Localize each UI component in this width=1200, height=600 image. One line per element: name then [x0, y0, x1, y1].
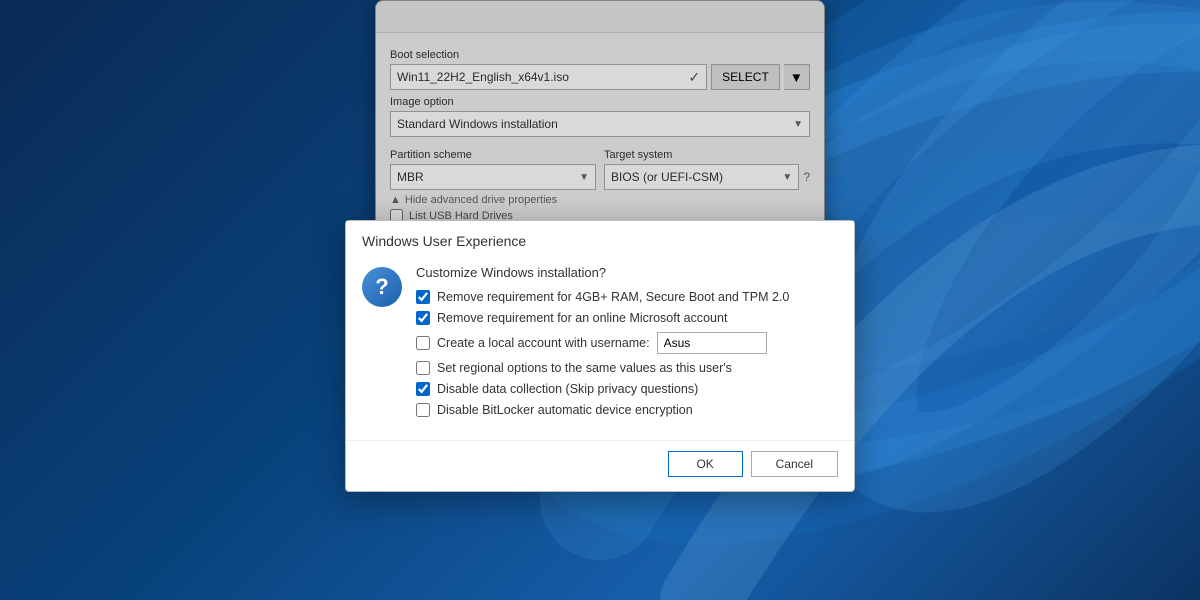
dialog-option-3: Create a local account with username:: [416, 332, 838, 354]
option5-checkbox[interactable]: [416, 382, 430, 396]
ok-button[interactable]: OK: [668, 451, 743, 477]
option3-checkbox[interactable]: [416, 336, 430, 350]
dialog-option-5: Disable data collection (Skip privacy qu…: [416, 382, 838, 396]
option4-checkbox[interactable]: [416, 361, 430, 375]
dialog-footer: OK Cancel: [346, 440, 854, 491]
dialog-option-4: Set regional options to the same values …: [416, 361, 838, 375]
dialog-titlebar: Windows User Experience: [346, 221, 854, 257]
username-input[interactable]: [657, 332, 767, 354]
dialog-body: ? Customize Windows installation? Remove…: [346, 257, 854, 440]
dialog-option-6: Disable BitLocker automatic device encry…: [416, 403, 838, 417]
option1-checkbox[interactable]: [416, 290, 430, 304]
dialog-question-icon: ?: [362, 267, 402, 307]
option6-checkbox[interactable]: [416, 403, 430, 417]
cancel-dialog-button[interactable]: Cancel: [751, 451, 838, 477]
option2-checkbox[interactable]: [416, 311, 430, 325]
dialog-options: Customize Windows installation? Remove r…: [416, 265, 838, 424]
dialog-question-text: Customize Windows installation?: [416, 265, 838, 280]
windows-user-experience-dialog: Windows User Experience ? Customize Wind…: [345, 220, 855, 492]
dialog-option-1: Remove requirement for 4GB+ RAM, Secure …: [416, 290, 838, 304]
dialog-overlay: Windows User Experience ? Customize Wind…: [0, 0, 1200, 600]
dialog-option-2: Remove requirement for an online Microso…: [416, 311, 838, 325]
